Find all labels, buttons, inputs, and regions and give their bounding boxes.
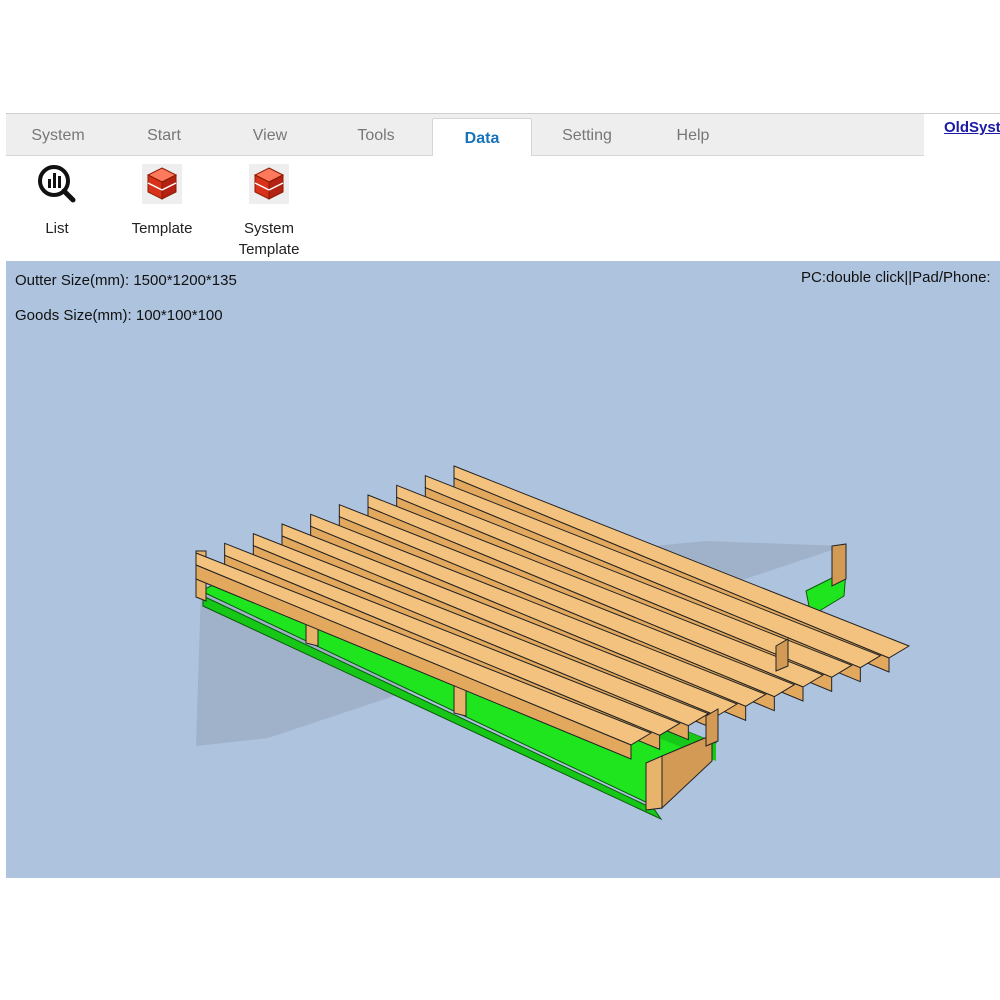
pallet-3d-scene[interactable] bbox=[6, 261, 1000, 878]
app-window: System Start View Tools Data Setting Hel… bbox=[6, 113, 1000, 878]
tab-system[interactable]: System bbox=[8, 114, 108, 157]
template-cube-icon bbox=[142, 164, 182, 204]
tab-view[interactable]: View bbox=[220, 114, 320, 157]
tab-bar: System Start View Tools Data Setting Hel… bbox=[6, 113, 1000, 158]
tab-tools[interactable]: Tools bbox=[326, 114, 426, 157]
system-template-cube-icon bbox=[249, 164, 289, 204]
goods-size-info: Goods Size(mm): 100*100*100 bbox=[15, 307, 223, 324]
tab-data[interactable]: Data bbox=[432, 118, 532, 158]
old-system-area: OldSyst bbox=[924, 114, 1000, 157]
tab-help[interactable]: Help bbox=[643, 114, 743, 157]
list-button[interactable]: List bbox=[12, 162, 102, 239]
interaction-hint: PC:double click||Pad/Phone: bbox=[801, 269, 991, 286]
template-label: Template bbox=[131, 220, 193, 237]
old-system-link[interactable]: OldSyst bbox=[944, 119, 1000, 136]
outter-size-info: Outter Size(mm): 1500*1200*135 bbox=[15, 272, 237, 289]
list-search-icon bbox=[38, 165, 76, 203]
tab-start[interactable]: Start bbox=[114, 114, 214, 157]
ribbon-toolbar: List Template System Template bbox=[6, 156, 1000, 261]
list-label: List bbox=[45, 220, 69, 237]
template-button[interactable]: Template bbox=[117, 162, 207, 239]
3d-viewport[interactable]: Outter Size(mm): 1500*1200*135 Goods Siz… bbox=[6, 261, 1000, 878]
tab-setting[interactable]: Setting bbox=[537, 114, 637, 157]
system-template-button[interactable]: System Template bbox=[224, 162, 314, 260]
system-template-label: System Template bbox=[238, 220, 300, 258]
